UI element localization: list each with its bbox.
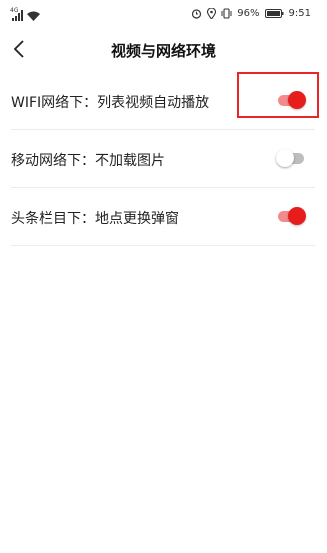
status-bar: 4G 96% 9:51 xyxy=(0,0,327,30)
setting-label: 移动网络下：不加载图片 xyxy=(11,153,165,169)
wifi-icon xyxy=(27,11,40,21)
status-left xyxy=(12,9,40,21)
header: 视频与网络环境 xyxy=(0,30,327,68)
toggle-knob xyxy=(276,149,294,167)
signal-icon xyxy=(12,10,23,21)
clock-time: 9:51 xyxy=(288,8,311,19)
mobile-no-images-toggle[interactable] xyxy=(276,149,306,167)
setting-label: 头条栏目下：地点更换弹窗 xyxy=(11,211,179,227)
alarm-icon xyxy=(192,9,202,19)
setting-row-mobile-no-images: 移动网络下：不加载图片 xyxy=(0,130,327,188)
setting-row-wifi-autoplay: WIFI网络下：列表视频自动播放 xyxy=(0,72,327,130)
battery-icon xyxy=(264,9,284,18)
page-title: 视频与网络环境 xyxy=(110,42,216,60)
setting-label: WIFI网络下：列表视频自动播放 xyxy=(11,95,210,111)
status-right: 96% 9:51 xyxy=(191,8,311,19)
setting-row-location-popup: 头条栏目下：地点更换弹窗 xyxy=(0,188,327,246)
vibrate-icon xyxy=(221,8,232,19)
wifi-autoplay-toggle[interactable] xyxy=(276,91,306,109)
location-popup-toggle[interactable] xyxy=(276,207,306,225)
toggle-knob xyxy=(288,207,306,225)
toggle-knob xyxy=(288,91,306,109)
divider xyxy=(11,245,315,246)
battery-percent: 96% xyxy=(237,8,260,19)
location-icon xyxy=(207,8,217,19)
settings-list: WIFI网络下：列表视频自动播放 移动网络下：不加载图片 头条栏目下：地点更换弹… xyxy=(0,72,327,246)
